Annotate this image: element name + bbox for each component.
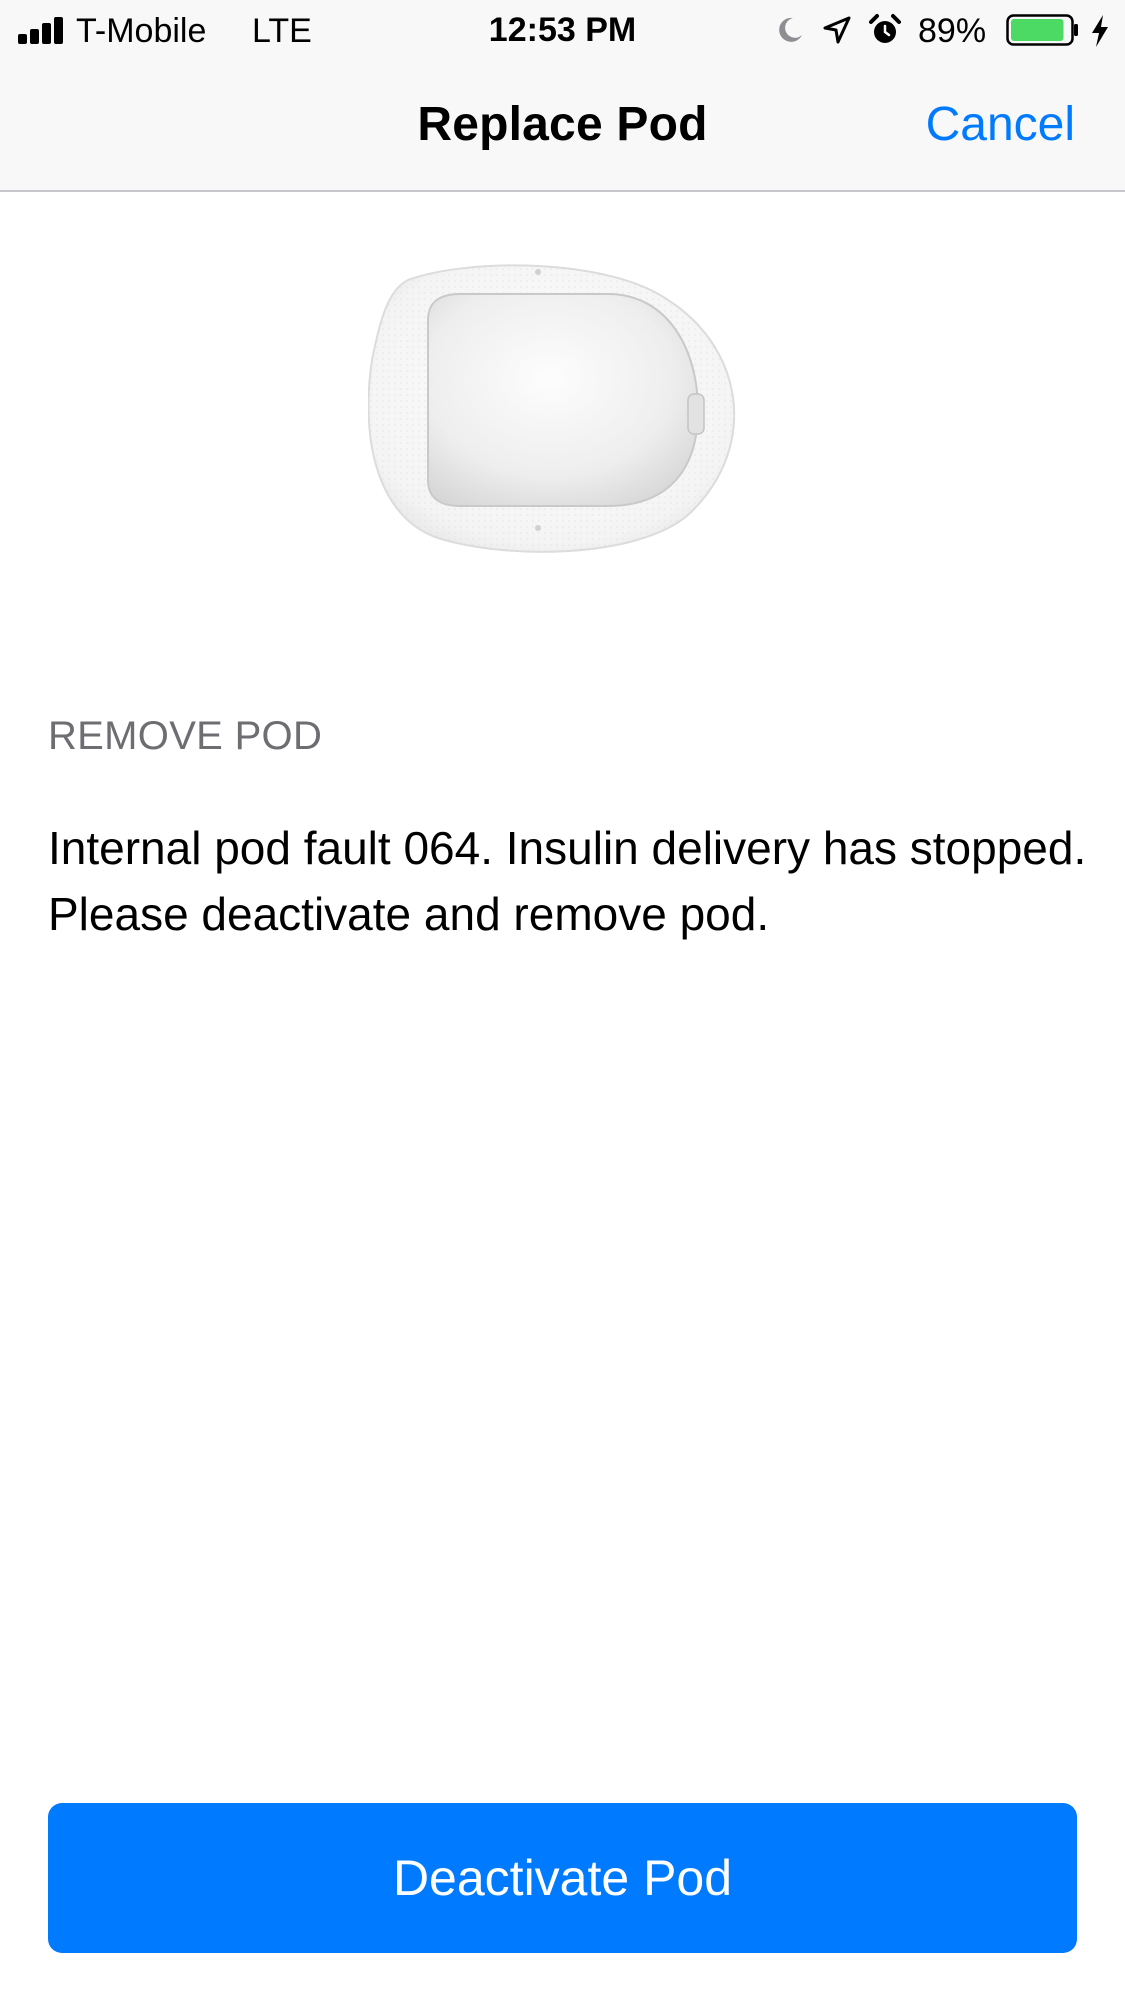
moon-icon <box>779 17 802 42</box>
status-bar: T-Mobile LTE 12:53 PM 89% <box>0 0 1125 62</box>
battery-icon <box>1006 14 1078 46</box>
charging-bolt-icon <box>1092 15 1108 47</box>
top-bar: T-Mobile LTE 12:53 PM 89% Replace Pod Ca… <box>0 0 1125 192</box>
battery-percent: 89% <box>918 12 987 50</box>
fault-message: Internal pod fault 064. Insulin delivery… <box>48 822 1087 940</box>
deactivate-pod-button[interactable]: Deactivate Pod <box>48 1803 1077 1953</box>
cancel-button[interactable]: Cancel <box>926 96 1075 154</box>
pod-image <box>368 264 736 553</box>
location-arrow-icon <box>823 16 851 44</box>
alarm-icon <box>869 14 901 43</box>
section-header: REMOVE POD <box>48 714 323 758</box>
